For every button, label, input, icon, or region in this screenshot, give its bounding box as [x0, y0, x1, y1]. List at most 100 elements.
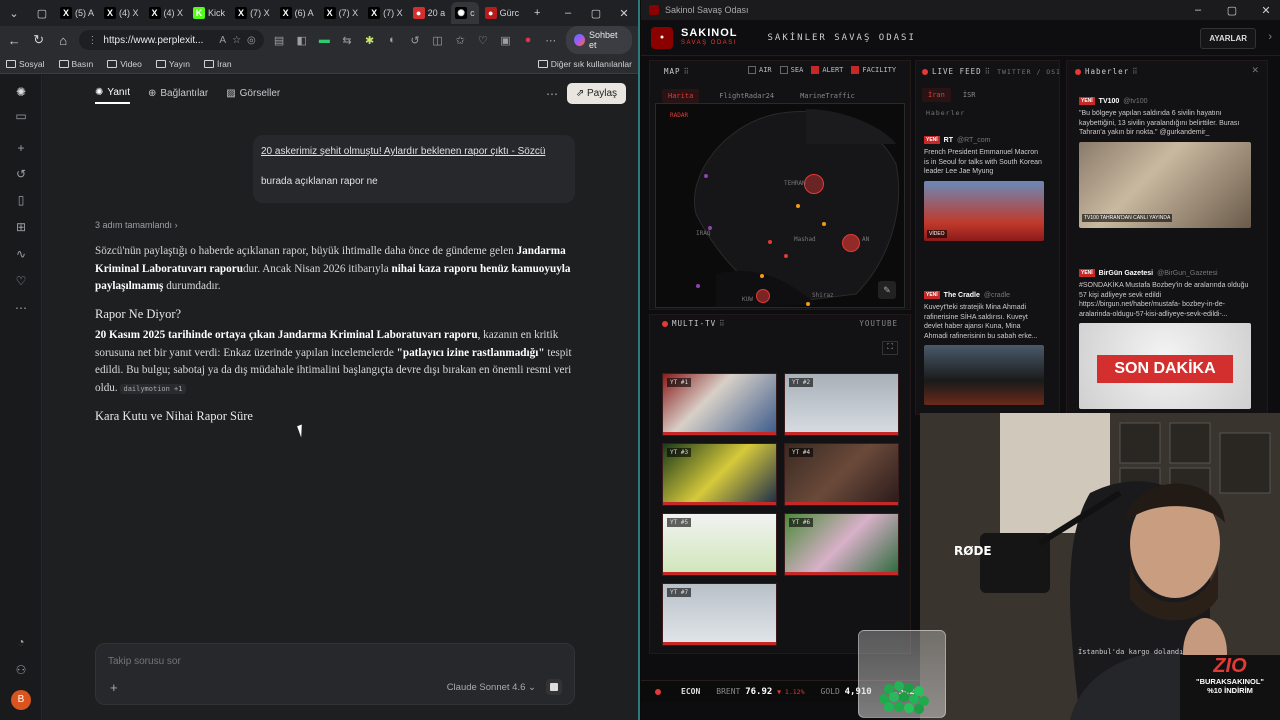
new-thread-icon[interactable]: + — [13, 141, 29, 157]
maximize-icon[interactable]: ▢ — [582, 7, 610, 20]
map-tab[interactable]: MarineTraffic — [794, 89, 861, 103]
feed-card[interactable]: YENİ RT @RT_com French President Emmanuel M… — [924, 136, 1044, 241]
favorite-star-icon[interactable]: ☆ — [232, 35, 241, 46]
home-icon[interactable]: ⌂ — [55, 33, 71, 48]
tv-thumbnail[interactable]: YT #4 — [784, 443, 899, 506]
tv-thumbnail[interactable]: YT #3 — [662, 443, 777, 506]
map-tab[interactable]: FlightRadar24 — [713, 89, 780, 103]
filter-checkbox[interactable]: AIR — [748, 66, 772, 74]
workspaces-icon[interactable]: ▢ — [28, 7, 56, 20]
browser-tab[interactable]: X (6) A — [276, 2, 318, 24]
browser-tab[interactable]: ✺ c — [451, 2, 479, 24]
browser-tab[interactable]: X (7) X — [364, 2, 407, 24]
favorites-sidebar-icon[interactable]: ♡ — [13, 274, 29, 290]
filter-checkbox[interactable]: SEA — [779, 66, 803, 74]
alert-marker-tehran[interactable] — [804, 174, 824, 194]
drag-handle-icon[interactable]: ⠿ — [1132, 67, 1139, 76]
bookmark-folder[interactable]: Video — [107, 59, 142, 69]
notifications-icon[interactable]: ◔ — [13, 635, 29, 651]
browser-tab[interactable]: X (4) X — [145, 2, 188, 24]
favorites-icon[interactable]: ✩ — [453, 34, 468, 47]
collections-icon[interactable]: ▣ — [498, 34, 513, 47]
feed-card[interactable]: YENİ The Cradle @cradle Kuveyt'teki stratej… — [924, 291, 1044, 405]
drag-handle-icon[interactable]: ⠿ — [719, 319, 726, 328]
back-icon[interactable]: ← — [6, 33, 22, 48]
bookmark-folder[interactable]: Yayın — [155, 59, 190, 69]
alert-dot[interactable] — [784, 254, 788, 258]
more-menu-icon[interactable]: ⋯ — [543, 34, 558, 47]
reload-icon[interactable]: ↻ — [30, 32, 46, 48]
steps-completed[interactable]: 3 adım tamamlandı › — [95, 220, 178, 230]
location-icon[interactable]: ◎ — [247, 35, 256, 46]
news-card[interactable]: YENİ TV100 @tv100 "Bu bölgeye yapılan saldı… — [1079, 97, 1251, 228]
feed-card-image[interactable]: VİDEO — [924, 180, 1044, 241]
map-tab[interactable]: Harita — [662, 89, 700, 103]
news-close-icon[interactable]: ✕ — [1251, 65, 1259, 76]
news-card-image[interactable]: TV100 TAHRAN'DAN CANLI YAYINDA — [1079, 141, 1251, 228]
facility-dot[interactable] — [696, 284, 700, 288]
account-settings-icon[interactable]: ⚇ — [13, 663, 29, 679]
extension-icon-3[interactable]: ▬ — [317, 34, 332, 46]
split-screen-icon[interactable]: ◫ — [430, 34, 445, 47]
feed-card-image[interactable] — [924, 345, 1044, 405]
url-field[interactable]: ⋮ https://www.perplexit... A ☆ ◎ — [79, 30, 264, 50]
tab-links[interactable]: ⊕ Bağlantılar — [148, 84, 208, 103]
tv-thumbnail[interactable]: YT #1 — [662, 373, 777, 436]
news-card-image[interactable]: SON DAKİKA — [1079, 323, 1251, 409]
close-icon[interactable]: ✕ — [610, 7, 638, 20]
spaces-icon[interactable]: ⊞ — [13, 220, 29, 236]
facility-dot[interactable] — [822, 222, 826, 226]
user-avatar[interactable]: B — [11, 690, 31, 710]
follow-up-input[interactable] — [108, 656, 408, 667]
facility-dot[interactable] — [760, 274, 764, 278]
extension-icon-2[interactable]: ◧ — [294, 34, 309, 47]
facility-dot[interactable] — [704, 174, 708, 178]
tab-answer[interactable]: ✺ Yanıt — [95, 83, 130, 104]
tv-thumbnail[interactable]: YT #7 — [662, 583, 777, 646]
alert-marker-east[interactable] — [842, 234, 860, 252]
minimize-icon[interactable]: – — [554, 7, 582, 19]
tab-menu-icon[interactable]: ⌄ — [0, 7, 28, 20]
minimize-icon[interactable]: – — [1184, 4, 1212, 16]
tab-images[interactable]: ▨ Görseller — [226, 84, 280, 103]
facility-dot[interactable] — [796, 204, 800, 208]
maximize-icon[interactable]: ▢ — [1218, 4, 1246, 17]
feed-tab-isr[interactable]: İSR — [957, 88, 982, 102]
fullscreen-icon[interactable]: ⛶ — [882, 341, 898, 355]
bookmark-folder[interactable]: Sosyal — [6, 59, 45, 69]
bookmark-folder[interactable]: Basın — [58, 59, 93, 69]
extension-icon-1[interactable]: ▤ — [272, 34, 287, 47]
refresh-ext-icon[interactable]: ↺ — [408, 34, 423, 47]
finance-icon[interactable]: ∿ — [13, 247, 29, 263]
bookmark-folder[interactable]: İran — [203, 59, 232, 69]
alert-dot[interactable] — [768, 240, 772, 244]
browser-tab[interactable]: X (4) X — [100, 2, 143, 24]
more-sidebar-icon[interactable]: ⋯ — [13, 301, 29, 317]
settings-button[interactable]: AYARLAR — [1200, 28, 1256, 49]
new-tab-button[interactable]: + — [523, 7, 551, 19]
browser-tab[interactable]: X (7) X — [231, 2, 274, 24]
browser-tab[interactable]: ● Gürc — [481, 2, 524, 24]
stop-button[interactable] — [546, 679, 562, 695]
browser-tab[interactable]: K Kick — [189, 2, 229, 24]
query-link[interactable]: 20 askerimiz şehit olmuştu! Aylardır bek… — [261, 145, 567, 159]
browser-tab[interactable]: X (7) X — [320, 2, 363, 24]
radar-map[interactable]: RADAR TEHRAN AN Mashad Shiraz IRAQ KUW ✎ — [655, 103, 905, 308]
history-icon[interactable]: ↺ — [13, 167, 29, 183]
sidebar-toggle-icon[interactable]: ▭ — [13, 109, 29, 125]
extension-icon-5[interactable]: ◐ — [385, 34, 400, 46]
share-button[interactable]: ⇗ Paylaş — [566, 83, 626, 104]
alert-marker-south[interactable] — [756, 289, 770, 303]
tv-thumbnail[interactable]: YT #5 — [662, 513, 777, 576]
edit-pencil-icon[interactable]: ✎ — [878, 281, 896, 299]
filter-checkbox[interactable]: ALERT — [811, 66, 843, 74]
attach-plus-icon[interactable]: + — [110, 680, 118, 695]
browser-tab[interactable]: X (5) A — [56, 2, 98, 24]
facility-dot[interactable] — [806, 302, 810, 306]
copilot-chat-button[interactable]: Sohbet et — [566, 26, 632, 54]
site-info-icon[interactable]: ⋮ — [87, 35, 97, 46]
drag-handle-icon[interactable]: ⠿ — [985, 67, 992, 76]
thread-menu-icon[interactable]: ⋯ — [546, 87, 558, 101]
browser-tab[interactable]: ● 20 a — [409, 2, 450, 24]
close-icon[interactable]: ✕ — [1252, 4, 1280, 17]
